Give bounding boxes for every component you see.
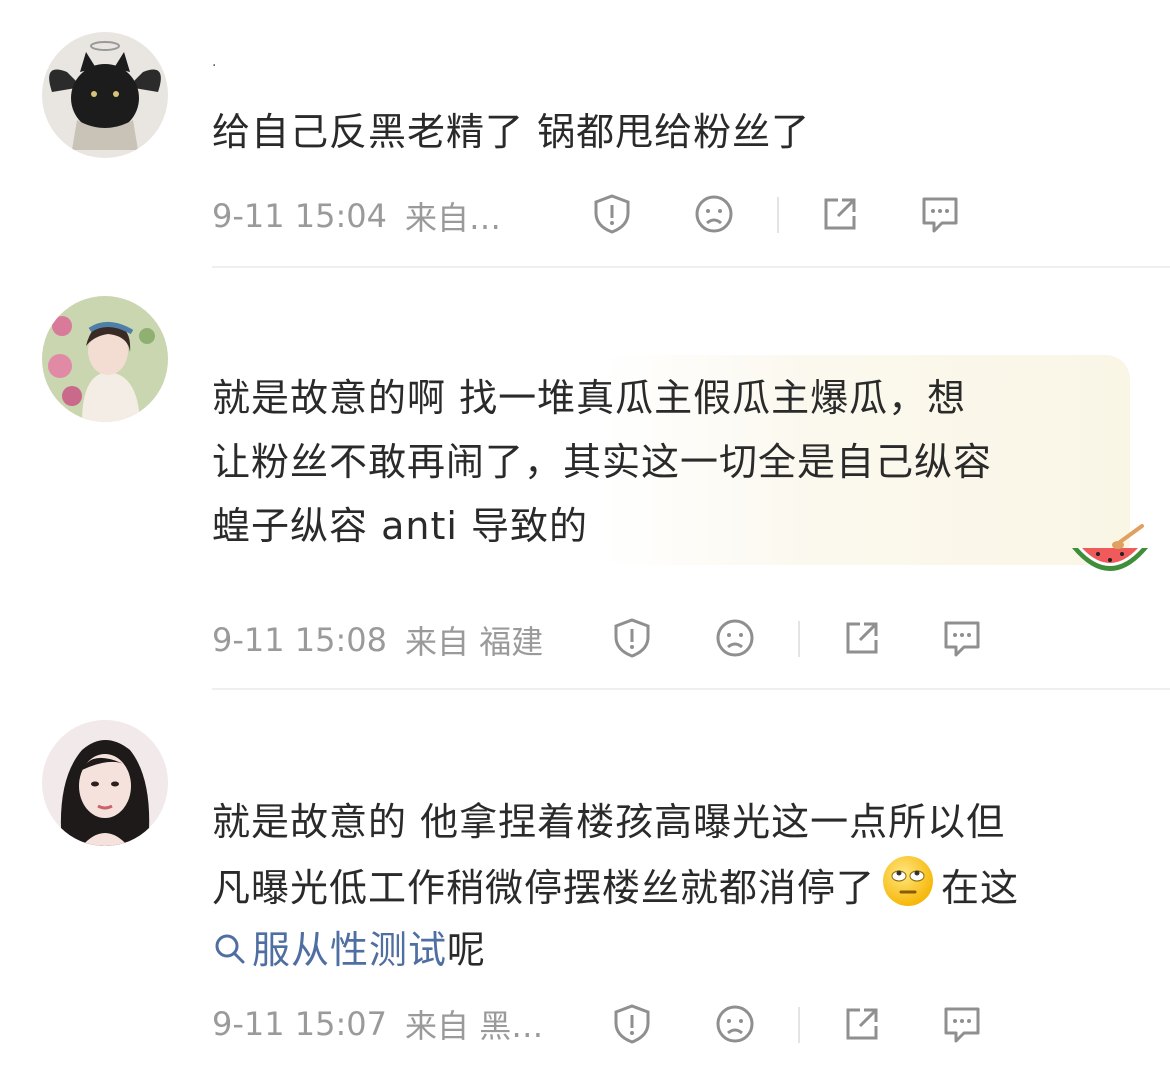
avatar[interactable]: [42, 296, 168, 422]
comment-time: 9-11 15:07: [212, 1005, 388, 1043]
divider: [777, 197, 779, 233]
comment-text-line: 蝗子纵容 anti 导致的: [212, 504, 588, 548]
watermelon-badge-icon: [1068, 520, 1152, 586]
comment-meta: 9-11 15:08 来自 福建: [212, 610, 561, 670]
comment-text-line: 就是故意的啊 找一堆真瓜主假瓜主爆瓜，想: [212, 376, 967, 420]
rolling-eyes-emoji: [881, 854, 935, 927]
dislike-face-icon[interactable]: [713, 1002, 757, 1046]
dislike-face-icon[interactable]: [713, 616, 757, 660]
comment-icon[interactable]: [940, 616, 984, 660]
topic-text[interactable]: 服从性测试: [252, 928, 447, 972]
dislike-face-icon[interactable]: [692, 192, 736, 236]
report-icon[interactable]: [590, 192, 634, 236]
divider: [798, 621, 800, 657]
comment-meta: 9-11 15:07 来自 黑…: [212, 994, 561, 1054]
comment-time: 9-11 15:04: [212, 197, 388, 235]
comment-text-line: 就是故意的 他拿捏着楼孩高曝光这一点所以但: [212, 800, 1006, 844]
share-icon[interactable]: [840, 1002, 884, 1046]
share-icon[interactable]: [818, 192, 862, 236]
comment-text-segment: 呢: [447, 928, 487, 972]
avatar[interactable]: [42, 720, 168, 846]
comment-icon[interactable]: [918, 192, 962, 236]
search-icon: [215, 934, 245, 964]
report-icon[interactable]: [610, 616, 654, 660]
comment-source: 来自 福建: [405, 623, 544, 661]
comment-text-line: 凡曝光低工作稍微停摆楼丝就都消停了 在这: [212, 854, 1132, 927]
comment-source: 来自 黑…: [405, 1007, 544, 1045]
comment-meta: 9-11 15:04 来自…: [212, 186, 519, 246]
comment-time: 9-11 15:08: [212, 621, 388, 659]
comment-text: 给自己反黑老精了 锅都甩给粉丝了: [212, 110, 811, 154]
comment-text-line: 服从性测试呢: [212, 918, 1132, 982]
topic-link[interactable]: 服从性测试: [212, 928, 447, 972]
share-icon[interactable]: [840, 616, 884, 660]
avatar[interactable]: [42, 32, 168, 158]
comment-icon[interactable]: [940, 1002, 984, 1046]
user-name[interactable]: ·: [212, 58, 216, 74]
row-divider: [212, 266, 1170, 268]
comment-text-segment: 凡曝光低工作稍微停摆楼丝就都消停了: [212, 866, 876, 910]
comment-text-segment: 在这: [941, 866, 1020, 910]
comment-source: 来自…: [405, 199, 502, 237]
divider: [798, 1007, 800, 1043]
row-divider: [212, 688, 1170, 690]
report-icon[interactable]: [610, 1002, 654, 1046]
comment-text-line: 让粉丝不敢再闹了，其实这一切全是自己纵容: [212, 440, 993, 484]
